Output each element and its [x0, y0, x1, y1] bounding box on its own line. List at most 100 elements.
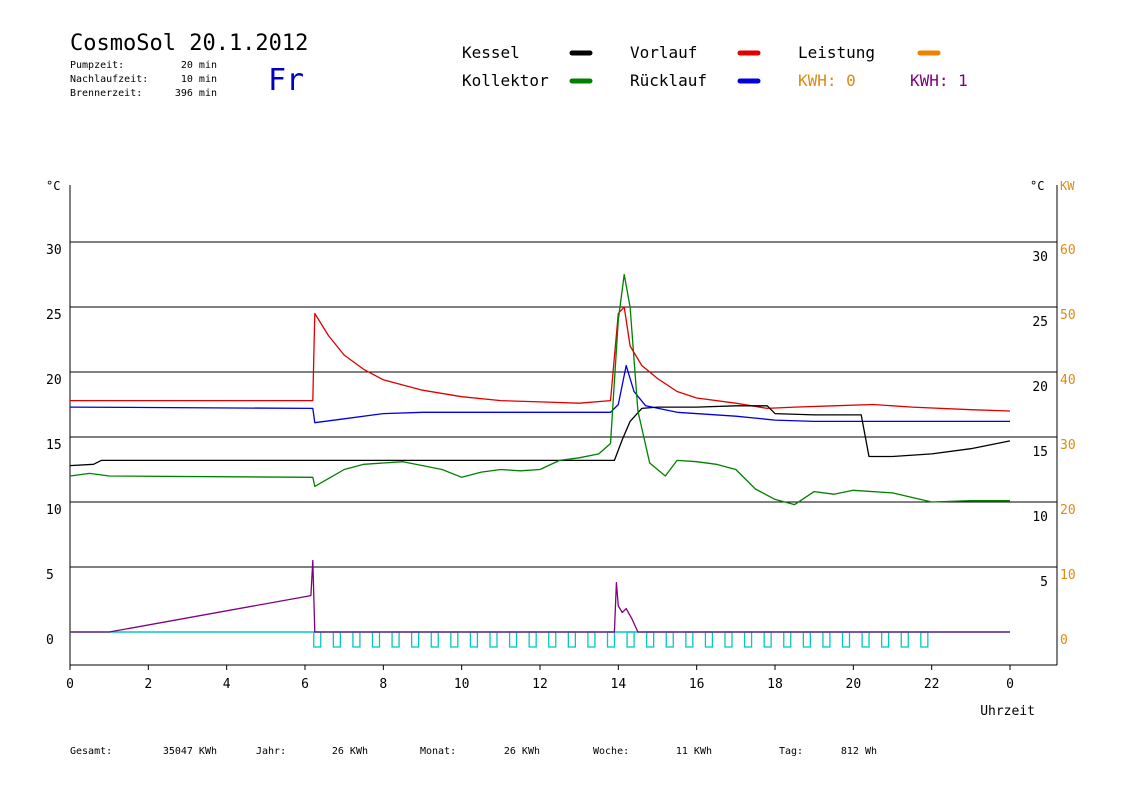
footer-value: 26 KWh — [332, 746, 368, 757]
pump-marker — [567, 631, 576, 648]
y-tick-label-left: 25 — [46, 308, 62, 323]
y-tick-label-left: 30 — [46, 243, 62, 258]
x-axis-label: Uhrzeit — [980, 704, 1035, 719]
pump-marker — [783, 631, 792, 648]
footer-label: Monat: — [420, 746, 456, 757]
y-tick-label-right: 30 — [1032, 250, 1048, 265]
pump-marker — [332, 631, 341, 648]
pump-marker — [430, 631, 439, 648]
legend-label: Rücklauf — [630, 71, 707, 90]
kwh-label: KWH: 0 — [798, 71, 856, 90]
y-tick-label-power: 10 — [1060, 568, 1076, 583]
x-tick-label: 12 — [532, 677, 548, 692]
pump-marker — [352, 631, 361, 648]
y-tick-label-power: 0 — [1060, 633, 1068, 648]
footer-value: 26 KWh — [504, 746, 540, 757]
x-tick-label: 8 — [379, 677, 387, 692]
pump-marker — [704, 631, 714, 648]
footer-value: 35047 KWh — [163, 746, 217, 757]
pump-marker — [587, 631, 596, 648]
footer-label: Tag: — [779, 746, 803, 757]
y-axis-right-unit: °C — [1030, 179, 1044, 193]
pump-marker — [489, 631, 498, 648]
stat-value: 10 min — [181, 74, 217, 85]
footer-label: Jahr: — [256, 746, 286, 757]
x-tick-label: 10 — [454, 677, 470, 692]
pump-marker — [841, 631, 851, 648]
pump-marker — [822, 631, 831, 648]
legend-label: Leistung — [798, 43, 875, 62]
pump-marker — [861, 631, 870, 648]
pump-marker — [606, 631, 616, 648]
pump-marker — [371, 631, 381, 648]
footer-value: 812 Wh — [841, 746, 877, 757]
footer-value: 11 KWh — [676, 746, 712, 757]
pump-marker — [881, 631, 890, 648]
x-tick-label: 0 — [1006, 677, 1014, 692]
x-tick-label: 22 — [924, 677, 940, 692]
pump-marker — [450, 631, 459, 648]
stat-value: 396 min — [175, 88, 217, 99]
pump-marker — [508, 631, 518, 648]
pump-marker — [528, 631, 537, 648]
footer-label: Gesamt: — [70, 746, 112, 757]
y-tick-label-right: 10 — [1032, 510, 1048, 525]
pump-marker — [626, 631, 635, 648]
pump-marker — [900, 631, 909, 648]
y-tick-label-power: 30 — [1060, 438, 1076, 453]
y-tick-label-right: 15 — [1032, 445, 1048, 460]
pump-marker — [391, 631, 400, 648]
pump-marker — [411, 631, 420, 648]
x-tick-label: 2 — [144, 677, 152, 692]
series-line-kessel — [69, 405, 1011, 467]
stat-label: Brennerzeit: — [70, 88, 142, 99]
y-tick-label-right: 20 — [1032, 380, 1048, 395]
x-tick-label: 20 — [846, 677, 862, 692]
series-line-rcklauf — [69, 364, 1010, 424]
pump-marker — [763, 631, 772, 648]
series-line-vorlauf — [70, 306, 1011, 412]
y-tick-label-left: 10 — [46, 503, 62, 518]
y-tick-label-power: 20 — [1060, 503, 1076, 518]
pump-marker — [665, 631, 674, 648]
footer-label: Woche: — [593, 746, 629, 757]
pump-marker — [724, 631, 733, 648]
pump-marker — [685, 631, 694, 648]
series-line-kollektor — [69, 273, 1010, 506]
x-tick-label: 18 — [767, 677, 783, 692]
pump-marker — [743, 631, 753, 648]
y-axis-left-unit: °C — [46, 179, 60, 193]
x-tick-label: 6 — [301, 677, 309, 692]
pump-marker — [646, 631, 655, 648]
series-line-leistung — [70, 559, 1010, 633]
pump-marker — [802, 631, 811, 648]
y-tick-label-left: 0 — [46, 633, 54, 648]
pump-marker — [548, 631, 557, 648]
x-tick-label: 14 — [611, 677, 627, 692]
page-title: CosmoSol 20.1.2012 — [70, 31, 308, 56]
y-tick-label-left: 15 — [46, 438, 62, 453]
y-tick-label-left: 20 — [46, 373, 62, 388]
chart-canvas: CosmoSol 20.1.2012 Fr Pumpzeit: 20 min Nachl… — [46, 31, 1076, 757]
y-tick-label-power: 50 — [1060, 308, 1076, 323]
stat-label: Pumpzeit: — [70, 60, 124, 71]
legend-label: Kessel — [462, 43, 520, 62]
x-tick-label: 16 — [689, 677, 705, 692]
y-tick-label-right: 25 — [1032, 315, 1048, 330]
kwh-label: KWH: 1 — [910, 71, 968, 90]
stat-value: 20 min — [181, 60, 217, 71]
stat-label: Nachlaufzeit: — [70, 74, 148, 85]
y-axis-power-unit: KW — [1060, 179, 1075, 193]
y-tick-label-power: 60 — [1060, 243, 1076, 258]
legend-label: Vorlauf — [630, 43, 697, 62]
y-tick-label-left: 5 — [46, 568, 54, 583]
y-tick-label-power: 40 — [1060, 373, 1076, 388]
x-tick-label: 0 — [66, 677, 74, 692]
x-tick-label: 4 — [223, 677, 231, 692]
y-tick-label-right: 5 — [1040, 575, 1048, 590]
day-label: Fr — [268, 63, 304, 98]
pump-marker — [469, 631, 479, 648]
pump-marker — [920, 631, 929, 648]
legend-label: Kollektor — [462, 71, 549, 90]
pump-marker — [313, 631, 322, 648]
